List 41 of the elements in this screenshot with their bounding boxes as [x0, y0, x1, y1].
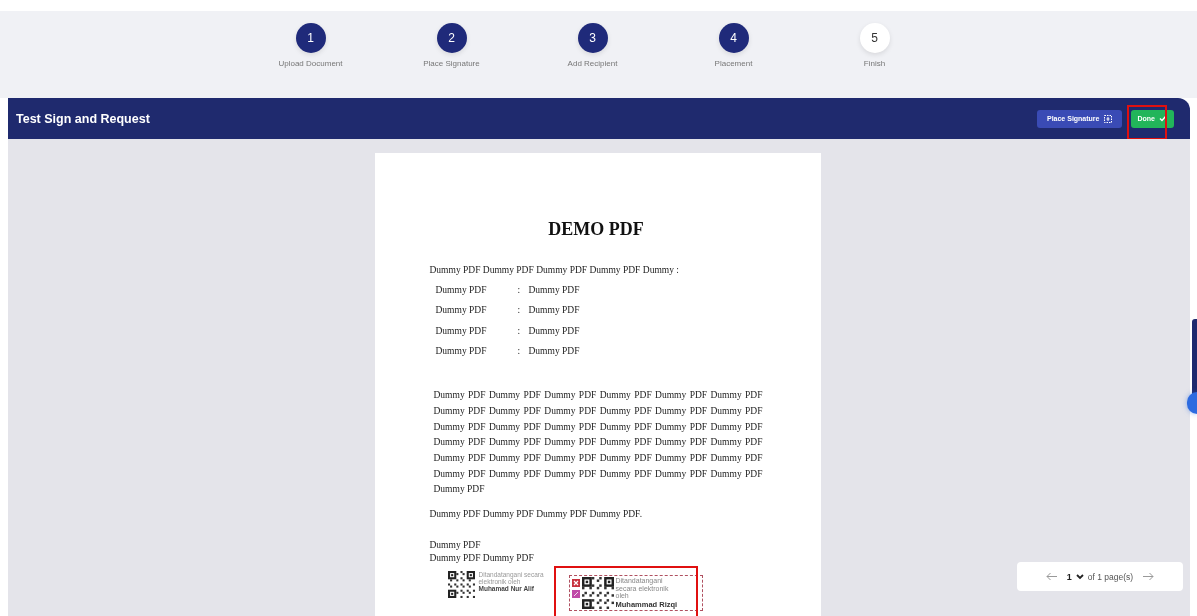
pdf-text: Dummy PDF Dummy PDF Dummy PDF Dummy PDF Dummy : — [429, 265, 680, 275]
pdf-paragraph: Dummy PDF Dummy PDF Dummy PDF Dummy PDF Dummy PDF Dummy PDF Dummy PDF Dummy PDF Dummy PDF Dummy PDF Dummy PDF Dummy PDF Dummy PDF Dummy PDF Dummy PDF Dummy PDF Dummy PDF Dummy PDF Dummy PDF Dummy PDF Dummy PDF Dummy PDF Dummy PDF Dummy PDF Dummy PDF Dummy PDF Dummy PDF Dummy PDF Dummy PDF Dummy PDF Dummy PDF Dummy PDF Dummy PDF Dummy PDF Dummy PDF Dummy PDF Dummy PDF — [433, 389, 763, 497]
pdf-text: Dummy PDF — [429, 539, 482, 553]
signature-icon — [1103, 114, 1112, 123]
step-label: Placement — [714, 59, 753, 68]
step-circle: 3 — [577, 23, 608, 53]
pdf-text: Dummy PDF Dummy PDF Dummy PDF Dummy PDF. — [429, 509, 643, 520]
step-label: Upload Document — [278, 59, 343, 68]
field-value: Dummy PDF — [528, 325, 580, 338]
field-separator: : — [517, 345, 522, 358]
field-separator: : — [517, 325, 522, 338]
step-circle: 1 — [295, 23, 326, 53]
page-count: of 1 page(s) — [1087, 571, 1134, 582]
step-label: Add Recipient — [567, 59, 618, 68]
field-value: Dummy PDF — [528, 345, 580, 358]
field-value: Dummy PDF — [528, 305, 580, 318]
field-label: Dummy PDF — [435, 345, 488, 358]
pdf-text: Dummy PDF Dummy PDF — [429, 552, 535, 566]
document-title: Test Sign and Request — [16, 111, 150, 126]
step-circle: 2 — [436, 23, 467, 53]
qr-code-drawing — [447, 571, 475, 599]
field-label: Dummy PDF — [435, 305, 488, 318]
field-separator: : — [517, 305, 522, 318]
previous-page-icon[interactable] — [1045, 572, 1058, 581]
field-value: Dummy PDF — [528, 285, 580, 297]
field-label: Dummy PDF — [435, 285, 488, 297]
page-select[interactable]: 1 — [1066, 571, 1084, 582]
side-panel-handle[interactable] — [1187, 392, 1197, 414]
pdf-title: DEMO PDF — [547, 219, 645, 240]
qr-code-drawing — [581, 577, 614, 610]
step-circle: 4 — [718, 23, 749, 53]
chevron-down-icon — [1075, 573, 1084, 580]
check-icon — [1159, 115, 1167, 122]
field-separator: : — [517, 285, 522, 297]
next-page-icon[interactable] — [1142, 572, 1155, 581]
step-circle: 5 — [859, 23, 890, 53]
step-label: Place Signature — [423, 59, 480, 68]
resize-icon[interactable] — [571, 590, 580, 599]
step-label: Finish — [863, 59, 886, 68]
delete-icon[interactable] — [571, 579, 580, 588]
field-label: Dummy PDF — [435, 325, 488, 338]
